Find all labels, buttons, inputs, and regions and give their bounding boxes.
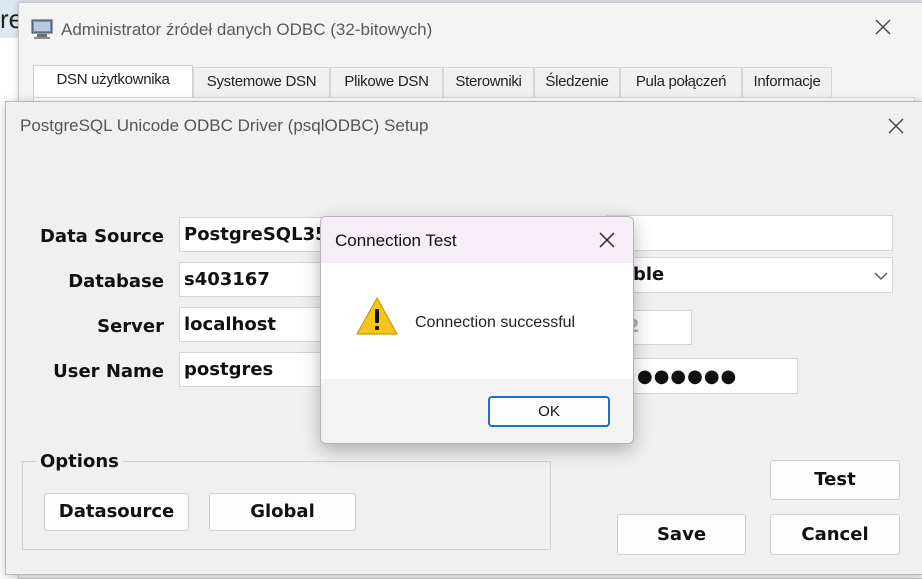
user-name-input[interactable]: postgres — [179, 352, 339, 387]
odbc-app-icon — [31, 19, 53, 39]
server-input[interactable]: localhost — [179, 307, 339, 342]
dialog-message: Connection successful — [415, 314, 576, 331]
tab-file-dsn[interactable]: Plikowe DSN — [330, 67, 443, 97]
tab-about[interactable]: Informacje — [742, 67, 832, 97]
dialog-title: Connection Test — [335, 231, 457, 250]
test-button[interactable]: Test — [770, 460, 900, 500]
data-source-input[interactable]: PostgreSQL35 — [179, 217, 339, 252]
description-input[interactable] — [606, 215, 893, 251]
options-label: Options — [36, 451, 123, 472]
password-input[interactable]: ●●●●●● — [606, 358, 798, 394]
database-input[interactable]: s403167 — [179, 262, 339, 297]
ok-button[interactable]: OK — [488, 396, 610, 427]
connection-test-dialog: Connection Test Connection successful OK — [320, 216, 634, 444]
ssl-mode-select[interactable]: ble — [606, 257, 893, 293]
background-edge — [0, 40, 4, 520]
save-button[interactable]: Save — [617, 514, 746, 555]
datasource-button[interactable]: Datasource — [44, 493, 189, 531]
close-icon[interactable] — [871, 15, 895, 39]
password-masked-value: ●●●●●● — [637, 366, 738, 387]
cancel-button[interactable]: Cancel — [770, 514, 900, 555]
database-label: Database — [68, 271, 164, 292]
odbc-window-title: Administrator źródeł danych ODBC (32-bit… — [61, 20, 433, 39]
server-label: Server — [97, 316, 164, 337]
tab-drivers[interactable]: Sterowniki — [443, 67, 534, 97]
user-name-label: User Name — [53, 361, 164, 382]
ssl-mode-value: ble — [633, 264, 665, 285]
tab-tracing[interactable]: Śledzenie — [534, 67, 620, 97]
dialog-body: Connection successful — [321, 263, 633, 379]
global-button[interactable]: Global — [209, 493, 356, 531]
warning-icon — [356, 297, 398, 335]
data-source-label: Data Source — [39, 226, 164, 247]
close-icon[interactable] — [884, 114, 908, 138]
chevron-down-icon — [874, 272, 888, 280]
setup-window-title: PostgreSQL Unicode ODBC Driver (psqlODBC… — [20, 116, 429, 135]
tab-system-dsn[interactable]: Systemowe DSN — [193, 67, 330, 97]
close-icon[interactable] — [596, 229, 618, 251]
tab-connection-pooling[interactable]: Pula połączeń — [620, 67, 742, 97]
tab-user-dsn[interactable]: DSN użytkownika — [33, 65, 193, 99]
